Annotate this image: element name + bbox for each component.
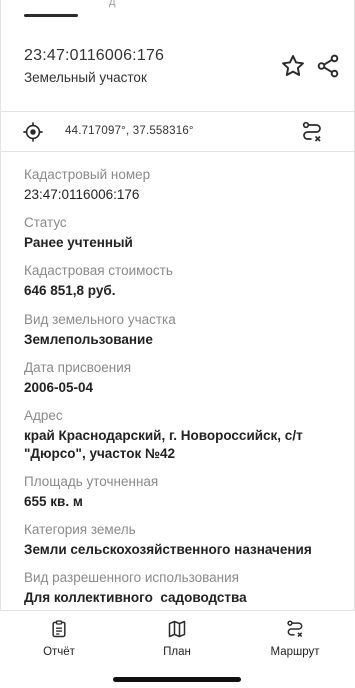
tab-label-fragment[interactable]: д <box>109 0 115 8</box>
field-cadastral-number: Кадастровый номер 23:47:0116006:176 <box>24 166 344 204</box>
field-value: 655 кв. м <box>24 494 83 509</box>
field-label: Вид разрешенного использования <box>24 570 239 585</box>
field-status: Статус Ранее учтенный <box>24 214 344 252</box>
share-button[interactable] <box>315 53 341 79</box>
route-icon <box>302 121 321 142</box>
field-parcel-kind: Вид земельного участка Землепользование <box>24 311 344 349</box>
nav-route[interactable]: Маршрут <box>255 619 335 658</box>
report-icon <box>52 620 66 638</box>
route-icon <box>287 620 303 638</box>
field-value[interactable]: 23:47:0116006:176 <box>24 186 344 204</box>
star-icon <box>282 55 304 76</box>
nav-label: План <box>163 646 191 658</box>
field-address: Адрес край Краснодарский, г. Новороссийс… <box>24 407 344 463</box>
field-assignment-date: Дата присвоения 2006-05-04 <box>24 359 344 397</box>
field-label: Категория земель <box>24 522 136 537</box>
coordinates-text[interactable]: 44.717097°, 37.558316° <box>65 125 194 137</box>
map-icon <box>168 620 186 638</box>
field-value: Земли сельскохозяйственного назначения <box>24 542 312 557</box>
coordinates-row: 44.717097°, 37.558316° <box>0 112 355 152</box>
parcel-header: 23:47:0116006:176 Земельный участок <box>0 20 355 112</box>
bottom-navigation: Отчёт План Маршрут <box>0 610 355 688</box>
field-cadastral-value: Кадастровая стоимость 646 851,8 руб. <box>24 262 344 300</box>
field-value: край Краснодарский, г. Новороссийск, с/т… <box>24 428 303 461</box>
active-tab-indicator <box>24 14 78 17</box>
field-value: Для коллективного садоводства <box>24 590 247 605</box>
field-value: Ранее учтенный <box>24 235 133 250</box>
nav-report[interactable]: Отчёт <box>19 619 99 658</box>
share-icon <box>317 54 339 78</box>
parcel-title: 23:47:0116006:176 <box>24 47 165 64</box>
parcel-details: Кадастровый номер 23:47:0116006:176 Стат… <box>0 152 355 610</box>
field-permitted-use: Вид разрешенного использования Для колле… <box>24 569 344 607</box>
field-area: Площадь уточненная 655 кв. м <box>24 473 344 511</box>
field-value: Землепользование <box>24 332 153 347</box>
field-value: 2006-05-04 <box>24 380 94 395</box>
favorite-button[interactable] <box>280 53 306 79</box>
field-label: Кадастровый номер <box>24 167 151 182</box>
route-button[interactable] <box>300 120 324 144</box>
home-indicator[interactable] <box>113 677 241 682</box>
locate-button[interactable] <box>22 121 44 143</box>
field-value: 646 851,8 руб. <box>24 283 116 298</box>
parcel-type: Земельный участок <box>24 70 147 85</box>
field-label: Кадастровая стоимость <box>24 263 173 278</box>
nav-label: Маршрут <box>270 646 320 658</box>
field-label: Дата присвоения <box>24 360 132 375</box>
tab-strip: д <box>0 0 355 20</box>
field-label: Вид земельного участка <box>24 312 176 327</box>
nav-label: Отчёт <box>43 646 75 658</box>
nav-plan[interactable]: План <box>137 619 217 658</box>
field-label: Адрес <box>24 408 63 423</box>
field-label: Статус <box>24 215 67 230</box>
field-label: Площадь уточненная <box>24 474 159 489</box>
field-land-category: Категория земель Земли сельскохозяйствен… <box>24 521 344 559</box>
crosshair-icon <box>23 122 43 142</box>
